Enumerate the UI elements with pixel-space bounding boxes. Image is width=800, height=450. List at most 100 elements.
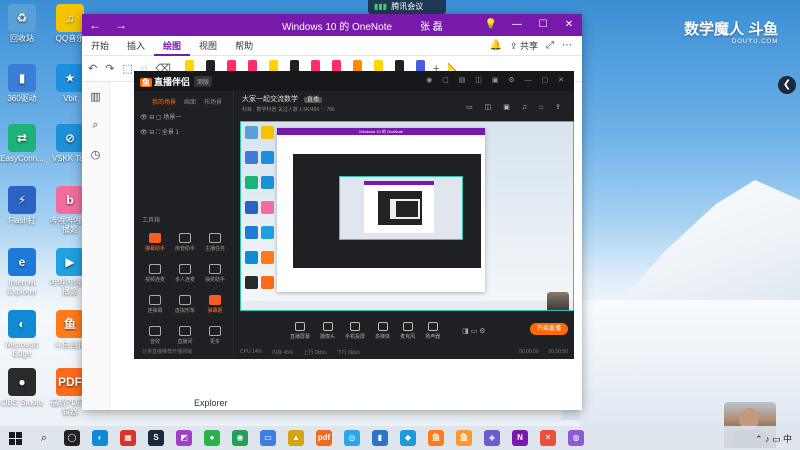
tray-icons[interactable]: ⌃ ♪ ▭ 中 bbox=[755, 432, 792, 445]
meeting-indicator[interactable]: ▮▮▮ 腾讯会议 bbox=[368, 0, 446, 14]
taskbar-app-icon[interactable]: S bbox=[148, 430, 164, 446]
room-tag: 直播 bbox=[303, 97, 322, 103]
taskbar-app-icon[interactable]: ◉ bbox=[232, 430, 248, 446]
toolbox-item[interactable]: 虚拟形象 bbox=[170, 295, 200, 314]
nested-app-icon bbox=[261, 201, 274, 214]
taskbar-app-icon[interactable]: ◆ bbox=[400, 430, 416, 446]
toolbox-item[interactable]: 视频连麦 bbox=[140, 264, 170, 283]
system-tray[interactable]: ⌃ ♪ ▭ 中 bbox=[755, 432, 800, 445]
tab-view[interactable]: 视图 bbox=[190, 36, 226, 56]
taskbar-app-icon[interactable]: ✕ bbox=[540, 430, 556, 446]
taskbar-app-icon[interactable]: ● bbox=[204, 430, 220, 446]
taskbar-app-icon[interactable]: ◐ bbox=[92, 430, 108, 446]
nested-app-icon bbox=[261, 151, 274, 164]
phone-icon bbox=[350, 322, 361, 331]
taskbar-app-icon[interactable]: ▮ bbox=[372, 430, 388, 446]
tab-help[interactable]: 帮助 bbox=[226, 36, 262, 56]
toolbox-item[interactable]: 房管助手 bbox=[170, 233, 200, 252]
taskbar-app-icon[interactable]: ▦ bbox=[120, 430, 136, 446]
more-icon[interactable]: ⋯ bbox=[562, 40, 572, 51]
scene-item[interactable]: 👁 ⊟ ⛶ 全景 1 bbox=[134, 121, 233, 137]
search-icon[interactable]: ⌕ bbox=[36, 430, 52, 446]
desktop-icon[interactable]: ⚡ Flash打 bbox=[0, 186, 44, 225]
stream-logo: 鱼直播伴侣 bbox=[140, 75, 190, 88]
taskbar-app-icon[interactable]: ◈ bbox=[484, 430, 500, 446]
room-action-icons[interactable]: ▭ ◫ ▣ ♫ ⌂ ⇪ bbox=[466, 103, 566, 111]
start-button[interactable] bbox=[0, 426, 30, 450]
desktop: ▮▮▮ 腾讯会议 数学魔人 斗鱼 DOUYU.COM ❮ ♻ 回收站 ♫ QQ音乐 ▮ 36… bbox=[0, 0, 800, 450]
desktop-icon[interactable]: ⇄ EasyConn... bbox=[0, 124, 44, 163]
forward-arrow-icon[interactable]: → bbox=[108, 18, 134, 32]
select-icon[interactable]: ⬚ bbox=[122, 62, 132, 75]
tab-canvas[interactable]: 画面 bbox=[184, 97, 196, 106]
tab-insert[interactable]: 插入 bbox=[118, 36, 154, 56]
bell-icon[interactable]: 🔔 bbox=[489, 40, 501, 51]
notebooks-icon[interactable]: ▥ bbox=[82, 90, 109, 103]
toolbox-item[interactable]: 抽奖助手 bbox=[200, 264, 230, 283]
maximize-button[interactable]: ☐ bbox=[530, 14, 556, 36]
toolbox-item[interactable]: 更多 bbox=[200, 326, 230, 345]
taskbar-app-icon[interactable]: ◩ bbox=[176, 430, 192, 446]
taskbar-app-icon[interactable]: 鱼 bbox=[456, 430, 472, 446]
search-icon[interactable]: ⌕ bbox=[82, 119, 109, 132]
button-label: 手机投屏 bbox=[345, 334, 366, 340]
desktop-icon[interactable]: ● OBS Studio bbox=[0, 368, 44, 407]
toolbox-item[interactable]: 多人连麦 bbox=[170, 264, 200, 283]
fullscreen-icon[interactable]: ⤢ bbox=[546, 40, 554, 51]
media-icon bbox=[377, 322, 388, 331]
desktop-icon[interactable]: ◐ Microsoft Edge bbox=[0, 310, 44, 358]
undo-icon[interactable]: ↶ bbox=[88, 62, 97, 75]
phone-cast-button[interactable]: 手机投屏 bbox=[345, 322, 365, 340]
chevron-left-icon[interactable]: ❮ bbox=[778, 76, 796, 94]
nested-taskbar bbox=[241, 301, 573, 310]
user-name[interactable]: 张 磊 bbox=[420, 18, 443, 33]
stream-status-bar: CPU 14% 内存 45% 上行 0kb/s 下行 0kb/s 00:00:0… bbox=[234, 347, 574, 359]
taskbar-app-icon[interactable]: 鱼 bbox=[428, 430, 444, 446]
stream-tip[interactable]: 分类直播推荐开播领域 bbox=[142, 348, 192, 355]
redo-icon[interactable]: ↷ bbox=[105, 62, 114, 75]
toolbox-item[interactable]: 音效 bbox=[140, 326, 170, 345]
recent-icon[interactable]: ◷ bbox=[82, 148, 109, 161]
minimize-button[interactable]: — bbox=[504, 14, 530, 36]
toolbox-item[interactable]: 弹幕姬 bbox=[200, 295, 230, 314]
desktop-icon[interactable]: e Internet Explorer bbox=[0, 248, 44, 296]
taskbar-app-icon[interactable]: ▭ bbox=[260, 430, 276, 446]
taskbar-app-icon[interactable]: ▲ bbox=[288, 430, 304, 446]
toolbox-item[interactable]: 直播间 bbox=[170, 326, 200, 345]
taskbar-app-icon[interactable]: pdf bbox=[316, 430, 332, 446]
camera-button[interactable]: 摄像头 bbox=[320, 322, 335, 340]
microphone-button[interactable]: 麦克风 bbox=[400, 322, 415, 340]
lightbulb-icon[interactable]: 💡 bbox=[478, 14, 504, 36]
media-button[interactable]: 多媒体 bbox=[375, 322, 390, 340]
tab-layout[interactable]: 布场景 bbox=[204, 97, 222, 106]
toolbox-item[interactable]: 主播任务 bbox=[200, 233, 230, 252]
desktop-icon[interactable]: ▮ 360驱动 bbox=[0, 64, 44, 103]
toolbox-item[interactable]: 连弹幕 bbox=[140, 295, 170, 314]
tab-home[interactable]: 开始 bbox=[82, 36, 118, 56]
taskbar-app-icon[interactable]: ◯ bbox=[64, 430, 80, 446]
tool-label: 连弹幕 bbox=[147, 308, 163, 314]
monitor-icon bbox=[295, 322, 305, 331]
taskbar-app-icon[interactable]: ◎ bbox=[344, 430, 360, 446]
watermark-domain: DOUYU.COM bbox=[731, 39, 779, 45]
tool-label: 弹幕助手 bbox=[144, 246, 165, 252]
screen-capture-button[interactable]: 直播屏幕 bbox=[290, 322, 310, 340]
stream-window-controls[interactable]: ◉ ▢ ▤ ◫ ▣ ⚙ — ▢ ✕ bbox=[426, 76, 568, 84]
share-button[interactable]: ⇪ 共享 bbox=[510, 39, 538, 52]
record-settings-icons[interactable]: ◨ ▭ ⚙ bbox=[462, 327, 485, 335]
toolbox-item[interactable]: 弹幕助手 bbox=[140, 233, 170, 252]
button-label: 麦克风 bbox=[400, 334, 416, 340]
speaker-button[interactable]: 扬声器 bbox=[425, 322, 440, 340]
nested-app-icon bbox=[261, 126, 274, 139]
taskbar-app-icon[interactable]: ◍ bbox=[568, 430, 584, 446]
tab-my-scenes[interactable]: 我的场景 bbox=[152, 97, 176, 106]
scene-item[interactable]: 👁 ⊟ ▢ 场景一 bbox=[134, 106, 233, 121]
close-button[interactable]: ✕ bbox=[556, 14, 582, 36]
room-title[interactable]: 大家一起交流数学 bbox=[242, 96, 298, 103]
navigation-sidebar: ▥ ⌕ ◷ bbox=[82, 82, 110, 410]
desktop-icon[interactable]: ♻ 回收站 bbox=[0, 4, 44, 43]
back-arrow-icon[interactable]: ← bbox=[82, 18, 108, 32]
start-live-button[interactable]: 开始直播 bbox=[530, 323, 568, 335]
taskbar-app-icon[interactable]: N bbox=[512, 430, 528, 446]
tab-draw[interactable]: 绘图 bbox=[154, 36, 191, 56]
